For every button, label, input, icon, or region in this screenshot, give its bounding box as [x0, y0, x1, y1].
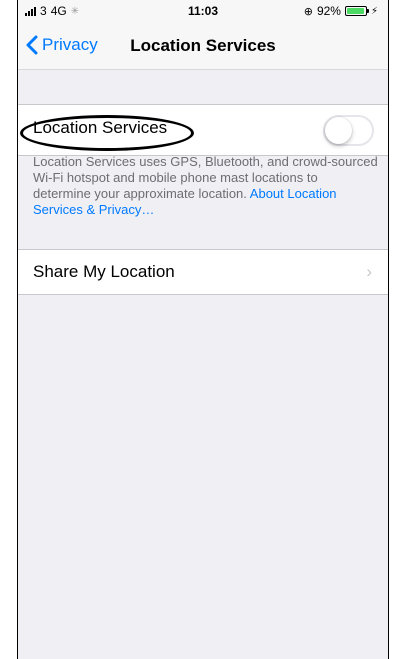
phone-screen: 3 4G ✳ 11:03 ⊕ 92% ⚡ Privacy Location Se… — [17, 0, 389, 659]
toggle-knob — [325, 117, 352, 144]
battery-tip — [366, 9, 369, 13]
status-right: ⊕ 92% ⚡ — [304, 4, 378, 18]
location-services-toggle[interactable] — [323, 115, 374, 146]
battery-icon — [344, 6, 369, 16]
battery-fill — [346, 8, 364, 14]
chevron-right-icon: › — [366, 262, 372, 281]
orientation-lock-icon: ⊕ — [303, 5, 313, 18]
location-services-description: Location Services uses GPS, Bluetooth, a… — [33, 154, 378, 218]
location-services-row: Location Services — [18, 104, 388, 156]
share-my-location-row[interactable]: Share My Location › — [18, 249, 388, 295]
charging-icon: ⚡ — [370, 5, 378, 17]
page-title: Location Services — [130, 36, 276, 55]
status-bar: 3 4G ✳ 11:03 ⊕ 92% ⚡ — [18, 0, 388, 22]
navigation-bar: Privacy Location Services — [18, 22, 388, 70]
battery-percent: 92% — [316, 4, 341, 18]
location-services-label: Location Services — [33, 118, 168, 137]
share-my-location-label: Share My Location — [33, 262, 175, 281]
